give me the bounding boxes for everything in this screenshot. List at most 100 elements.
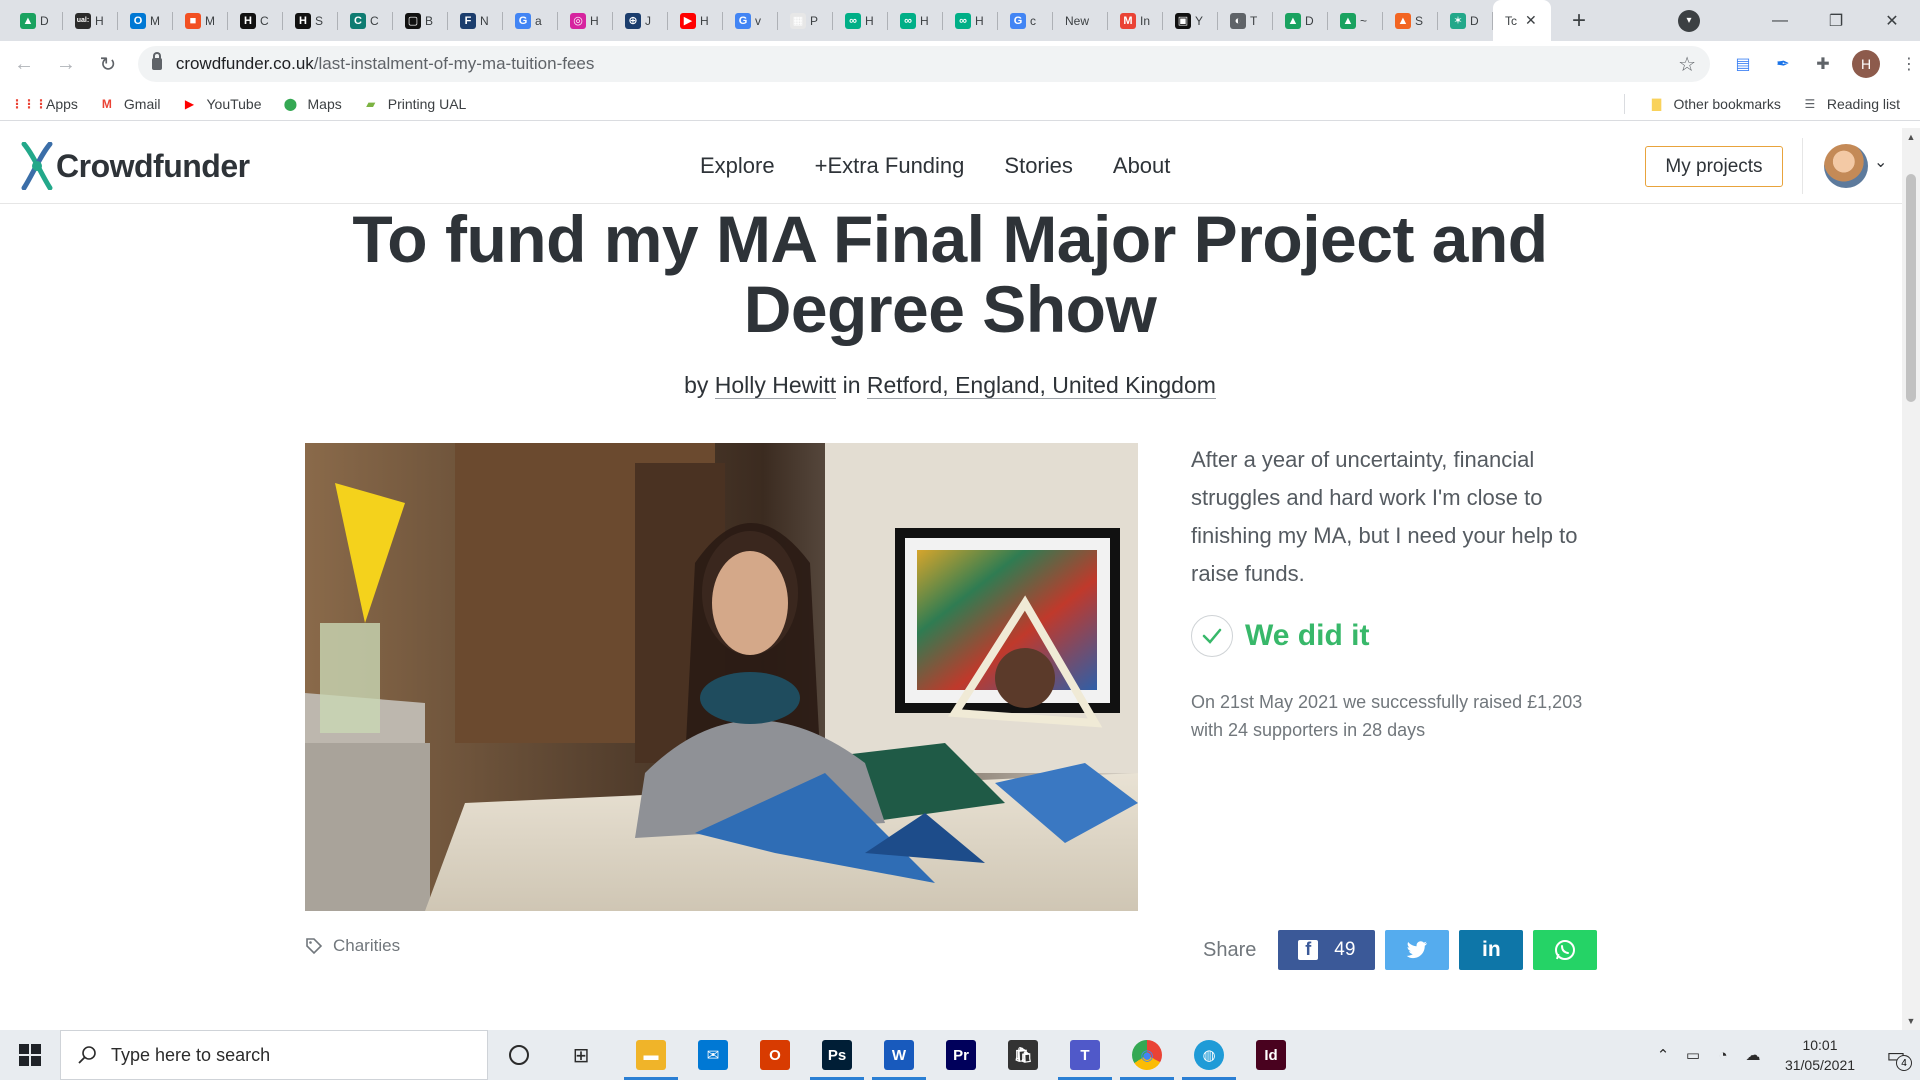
- browser-tab[interactable]: ◐ T: [1218, 0, 1273, 41]
- browser-tab[interactable]: ▣ Y: [1163, 0, 1218, 41]
- browser-tab[interactable]: ▶ H: [668, 0, 723, 41]
- taskbar-app-globe[interactable]: ◍: [1178, 1030, 1240, 1080]
- project-hero-image[interactable]: [305, 443, 1138, 911]
- restore-button[interactable]: ❐: [1808, 0, 1864, 41]
- taskbar-app-indesign[interactable]: Id: [1240, 1030, 1302, 1080]
- reading-list-icon: ☰: [1804, 97, 1816, 111]
- close-tab-icon[interactable]: ✕: [1525, 12, 1537, 29]
- location-link[interactable]: Retford, England, United Kingdom: [866, 372, 1216, 399]
- bookmark-item[interactable]: ⋮⋮⋮ Apps: [11, 90, 90, 118]
- crowdfunder-logo[interactable]: Crowdfunder: [20, 142, 250, 190]
- url-text[interactable]: crowdfunder.co.uk/last-instalment-of-my-…: [176, 54, 595, 74]
- browser-tab[interactable]: New: [1053, 0, 1108, 41]
- reload-button[interactable]: ↻: [90, 46, 126, 82]
- browser-tab[interactable]: Ga: [503, 0, 558, 41]
- bookmark-item[interactable]: M Gmail: [90, 90, 173, 118]
- linkedin-share-button[interactable]: in: [1459, 930, 1524, 970]
- browser-tab[interactable]: OM: [118, 0, 173, 41]
- address-bar[interactable]: crowdfunder.co.uk/last-instalment-of-my-…: [137, 46, 1710, 82]
- chevron-up-icon[interactable]: ⌃: [1648, 1030, 1678, 1080]
- notifications-button[interactable]: ▭ 4: [1872, 1030, 1920, 1080]
- task-view-button[interactable]: ⊞: [550, 1030, 612, 1080]
- whatsapp-share-button[interactable]: [1533, 930, 1598, 970]
- docs-extension-icon[interactable]: ▤: [1732, 53, 1754, 75]
- tab-search-icon[interactable]: ▾: [1678, 9, 1700, 32]
- bookmark-item[interactable]: ⬤ Maps: [274, 90, 354, 118]
- browser-tab[interactable]: ⊕ J: [613, 0, 668, 41]
- taskbar-search[interactable]: Type here to search: [60, 1030, 488, 1080]
- battery-icon[interactable]: ▭: [1678, 1030, 1708, 1080]
- minimize-button[interactable]: —: [1752, 0, 1808, 41]
- browser-tab[interactable]: M In: [1108, 0, 1163, 41]
- taskbar-app-mail[interactable]: ✉: [682, 1030, 744, 1080]
- wifi-icon[interactable]: ◔: [1708, 1030, 1738, 1080]
- reading-list[interactable]: ☰ Reading list: [1793, 90, 1912, 118]
- extensions-puzzle-icon[interactable]: ✚: [1812, 53, 1834, 75]
- taskbar-app-premiere[interactable]: Pr: [930, 1030, 992, 1080]
- user-avatar[interactable]: [1824, 144, 1868, 188]
- menu-kebab-icon[interactable]: ⋮: [1898, 53, 1920, 75]
- browser-tab[interactable]: ■ M: [173, 0, 228, 41]
- taskbar-app-office[interactable]: O: [744, 1030, 806, 1080]
- browser-tab[interactable]: ▲ S: [1383, 0, 1438, 41]
- taskbar-clock[interactable]: 10:01 31/05/2021: [1776, 1035, 1864, 1075]
- tab-favicon-icon: ▦: [790, 12, 806, 29]
- browser-tab[interactable]: ✶ D: [1438, 0, 1493, 41]
- browser-tab[interactable]: ∞ H: [833, 0, 888, 41]
- tab-title: T: [1250, 13, 1258, 28]
- other-bookmarks[interactable]: ▇ Other bookmarks: [1639, 90, 1792, 118]
- browser-tab[interactable]: Gv: [723, 0, 778, 41]
- new-tab-button[interactable]: +: [1559, 0, 1599, 41]
- profile-avatar[interactable]: H: [1852, 50, 1880, 78]
- lock-icon[interactable]: [151, 52, 162, 70]
- bookmark-item[interactable]: ▰ Printing UAL: [354, 90, 479, 118]
- scroll-up-arrow[interactable]: ▲: [1902, 128, 1920, 146]
- bookmark-star-icon[interactable]: ☆: [1678, 52, 1696, 77]
- category-label: Charities: [333, 936, 401, 955]
- close-window-button[interactable]: ✕: [1864, 0, 1920, 41]
- taskbar-app-photoshop[interactable]: Ps: [806, 1030, 868, 1080]
- taskbar-app-teams[interactable]: T: [1054, 1030, 1116, 1080]
- back-button[interactable]: ←: [6, 46, 42, 82]
- browser-tab[interactable]: ∞ H: [888, 0, 943, 41]
- browser-tab[interactable]: CC: [338, 0, 393, 41]
- nav-link[interactable]: Explore: [700, 153, 775, 179]
- scroll-thumb[interactable]: [1906, 174, 1916, 402]
- cortana-button[interactable]: [488, 1030, 550, 1080]
- twitter-share-button[interactable]: [1385, 930, 1450, 970]
- browser-tab[interactable]: ◎ H: [558, 0, 613, 41]
- browser-tab[interactable]: ▲ D: [1273, 0, 1328, 41]
- facebook-share-button[interactable]: f 49: [1278, 930, 1376, 970]
- scroll-down-arrow[interactable]: ▼: [1902, 1012, 1920, 1030]
- browser-tab[interactable]: ▦ P: [778, 0, 833, 41]
- forward-button[interactable]: →: [48, 46, 84, 82]
- browser-tab[interactable]: HC: [228, 0, 283, 41]
- bookmark-item[interactable]: ▶ YouTube: [172, 90, 273, 118]
- taskbar-app-word[interactable]: W: [868, 1030, 930, 1080]
- tab-favicon-icon: C: [350, 12, 366, 29]
- active-browser-tab[interactable]: Tc ✕: [1493, 0, 1551, 41]
- pen-extension-icon[interactable]: ✒: [1772, 53, 1794, 75]
- taskbar-app-chrome[interactable]: ◉: [1116, 1030, 1178, 1080]
- browser-tab[interactable]: ual: H: [63, 0, 118, 41]
- browser-tab[interactable]: ▲ ~: [1328, 0, 1383, 41]
- page-scrollbar[interactable]: ▲ ▼: [1902, 128, 1920, 1030]
- browser-tab[interactable]: Gc: [998, 0, 1053, 41]
- browser-tab[interactable]: ∞ H: [943, 0, 998, 41]
- chevron-down-icon[interactable]: ⌄: [1874, 152, 1887, 172]
- browser-tab[interactable]: FN: [448, 0, 503, 41]
- browser-tab[interactable]: ▢ B: [393, 0, 448, 41]
- start-button[interactable]: [0, 1030, 60, 1080]
- browser-tab[interactable]: ▲ D: [8, 0, 63, 41]
- category-tag[interactable]: Charities: [305, 936, 400, 956]
- my-projects-button[interactable]: My projects: [1645, 146, 1783, 187]
- taskbar-app-store[interactable]: 🛍: [992, 1030, 1054, 1080]
- onedrive-icon[interactable]: ☁: [1738, 1030, 1768, 1080]
- nav-link[interactable]: +Extra Funding: [815, 153, 965, 179]
- taskbar-app-file-explorer[interactable]: ▬: [620, 1030, 682, 1080]
- nav-link[interactable]: About: [1113, 153, 1171, 179]
- browser-tab[interactable]: HS: [283, 0, 338, 41]
- tab-title: P: [810, 13, 819, 28]
- author-link[interactable]: Holly Hewitt: [714, 372, 837, 399]
- nav-link[interactable]: Stories: [1004, 153, 1072, 179]
